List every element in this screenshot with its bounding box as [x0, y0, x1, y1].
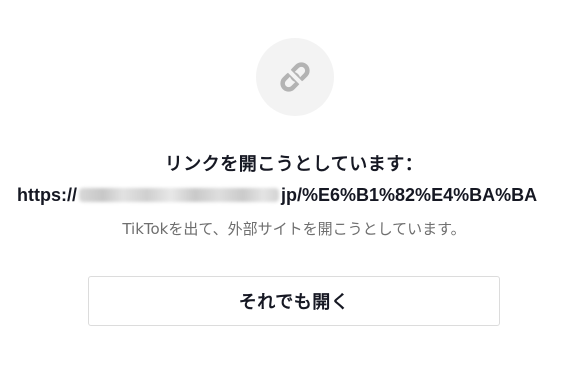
link-icon [280, 62, 310, 92]
open-anyway-button[interactable]: それでも開く [88, 276, 500, 326]
dialog-title: リンクを開こうとしています： [164, 154, 424, 175]
redacted-domain [79, 188, 279, 202]
link-icon-container [256, 38, 334, 116]
url-suffix: jp/%E6%B1%82%E4%BA%BA [281, 185, 538, 205]
url-prefix: https:// [17, 185, 77, 205]
dialog-subtitle: TikTokを出て、外部サイトを開こうとしています。 [122, 220, 466, 238]
target-url: https:// jp/%E6%B1%82%E4%BA%BA [17, 182, 577, 208]
